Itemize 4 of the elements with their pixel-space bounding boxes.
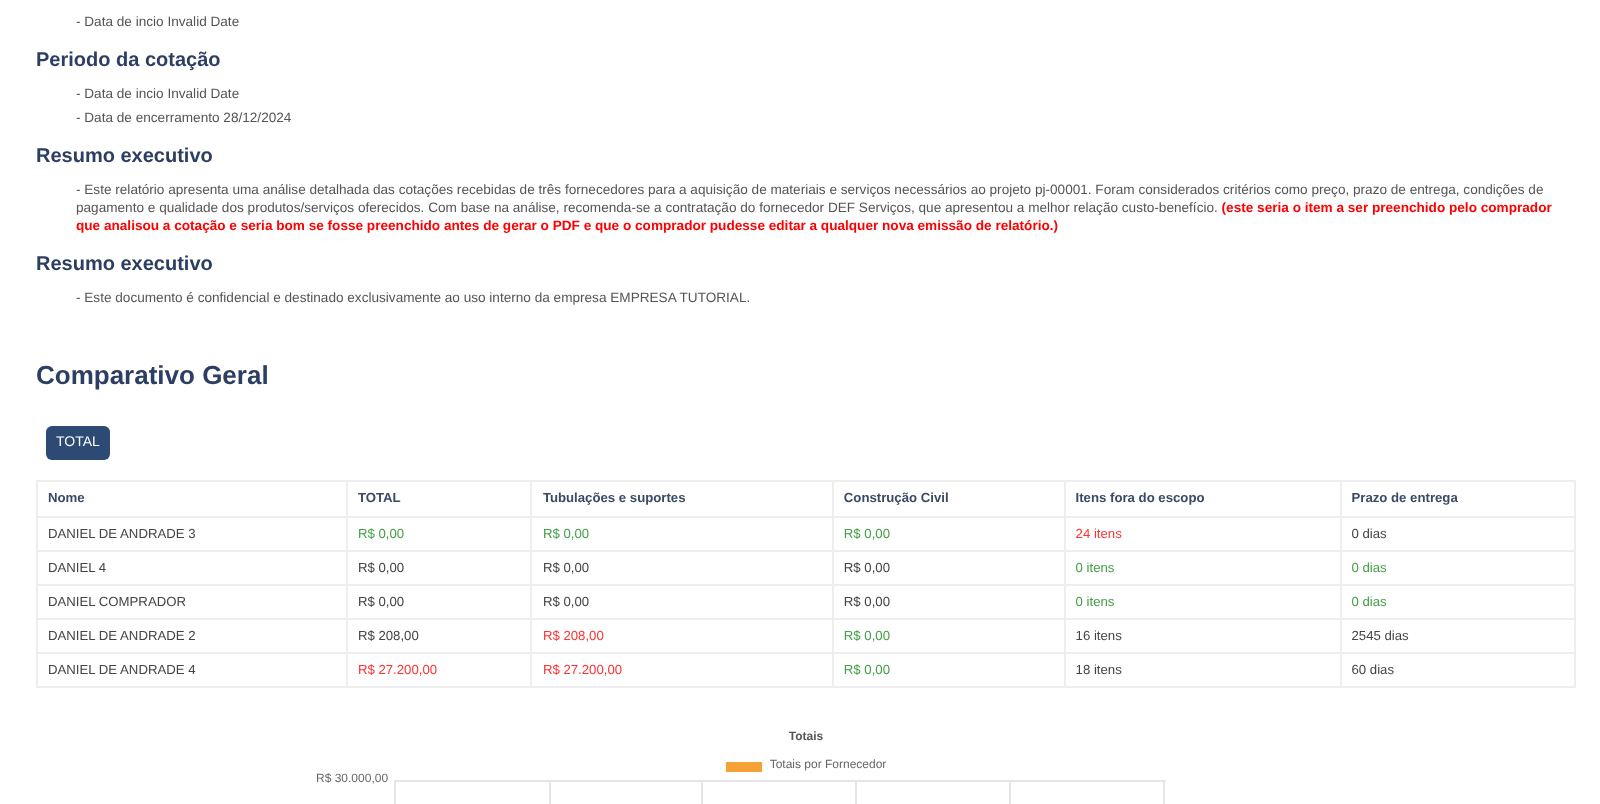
section-title: Comparativo Geral xyxy=(36,360,271,390)
section-heading: Periodo da cotação xyxy=(36,50,223,72)
section-heading: Resumo executivo xyxy=(36,146,215,168)
section-heading: Resumo executivo xyxy=(36,254,215,276)
